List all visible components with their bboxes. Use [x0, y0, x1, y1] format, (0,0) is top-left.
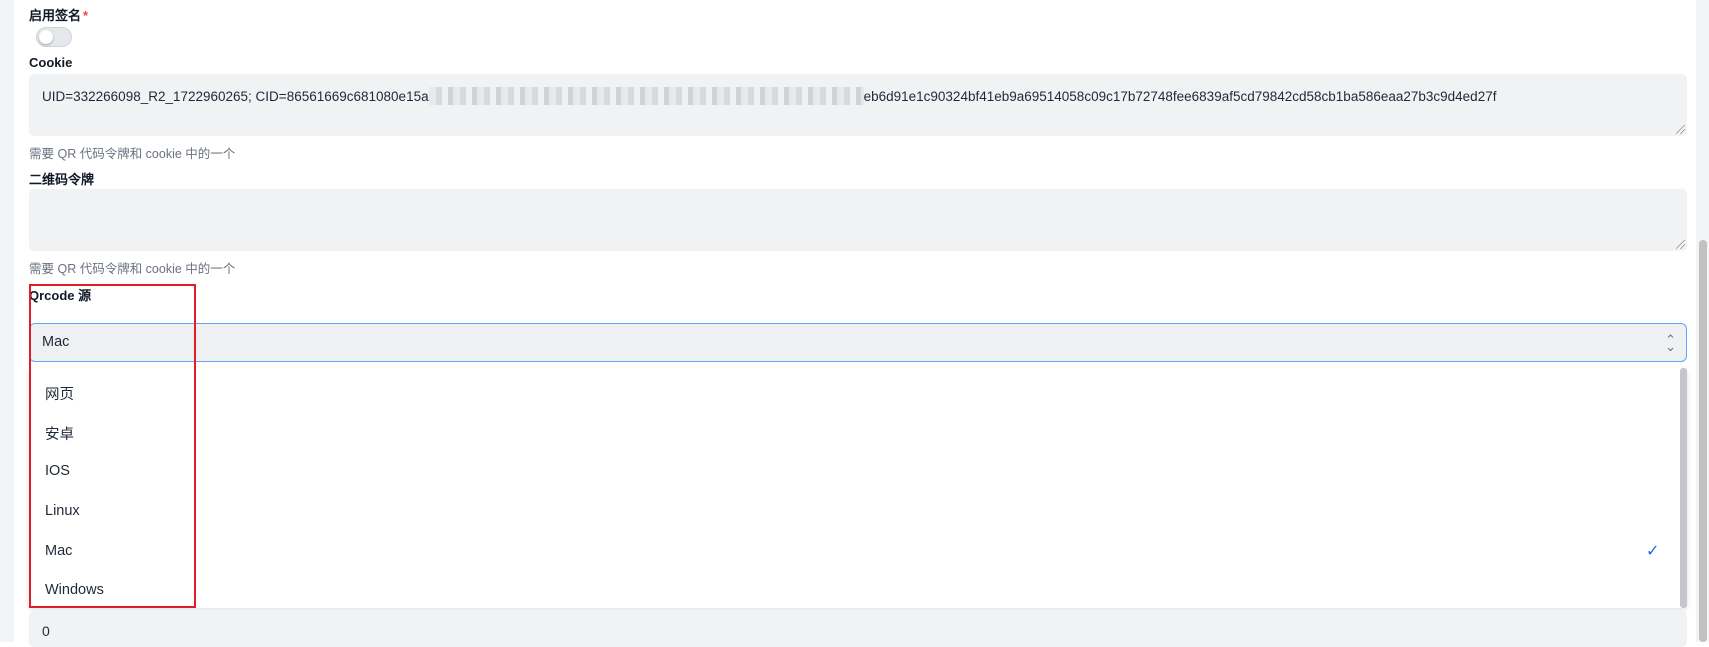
cookie-value-start: UID=332266098_R2_1722960265; CID=8656166…	[42, 89, 429, 104]
cookie-value: UID=332266098_R2_1722960265; CID=8656166…	[42, 87, 1496, 105]
option-android[interactable]: 安卓	[45, 423, 74, 444]
enable-signing-label: 启用签名 *	[29, 5, 88, 24]
enable-signing-label-text: 启用签名	[29, 8, 82, 23]
toggle-knob	[39, 30, 53, 44]
resize-handle-icon[interactable]	[1676, 125, 1685, 134]
cookie-value-end: eb6d91e1c90324bf41eb9a69514058c09c17b727…	[863, 89, 1497, 104]
dropdown-scrollbar[interactable]	[1680, 368, 1687, 608]
option-linux[interactable]: Linux	[45, 503, 80, 519]
page-scrollbar-thumb[interactable]	[1699, 240, 1707, 642]
qrcode-source-select[interactable]: Mac ⌃ ⌄	[29, 323, 1687, 362]
select-current-value: Mac	[42, 334, 70, 350]
enable-signing-toggle[interactable]	[36, 27, 72, 47]
chevron-up-down-icon: ⌃ ⌄	[1665, 332, 1676, 354]
next-field-value: 0	[42, 623, 50, 639]
qrcode-source-label: Qrcode 源	[29, 288, 92, 303]
resize-handle-icon[interactable]	[1676, 240, 1685, 249]
cookie-hint: 需要 QR 代码令牌和 cookie 中的一个	[29, 147, 236, 161]
left-gutter	[0, 0, 14, 642]
required-mark: *	[83, 8, 89, 23]
option-ios[interactable]: IOS	[45, 463, 70, 479]
qr-token-textarea[interactable]	[29, 189, 1687, 251]
qrcode-source-dropdown: 网页 安卓 IOS Linux Mac Windows	[29, 368, 1687, 608]
qr-token-label: 二维码令牌	[29, 172, 95, 187]
option-mac[interactable]: Mac	[45, 543, 72, 559]
option-windows[interactable]: Windows	[45, 582, 104, 598]
cookie-label: Cookie	[29, 55, 73, 70]
qr-token-hint: 需要 QR 代码令牌和 cookie 中的一个	[29, 262, 236, 276]
cookie-textarea[interactable]: UID=332266098_R2_1722960265; CID=8656166…	[29, 74, 1687, 136]
option-web[interactable]: 网页	[45, 383, 74, 404]
check-icon: ✓	[1646, 543, 1660, 560]
redacted-blur	[428, 87, 864, 105]
